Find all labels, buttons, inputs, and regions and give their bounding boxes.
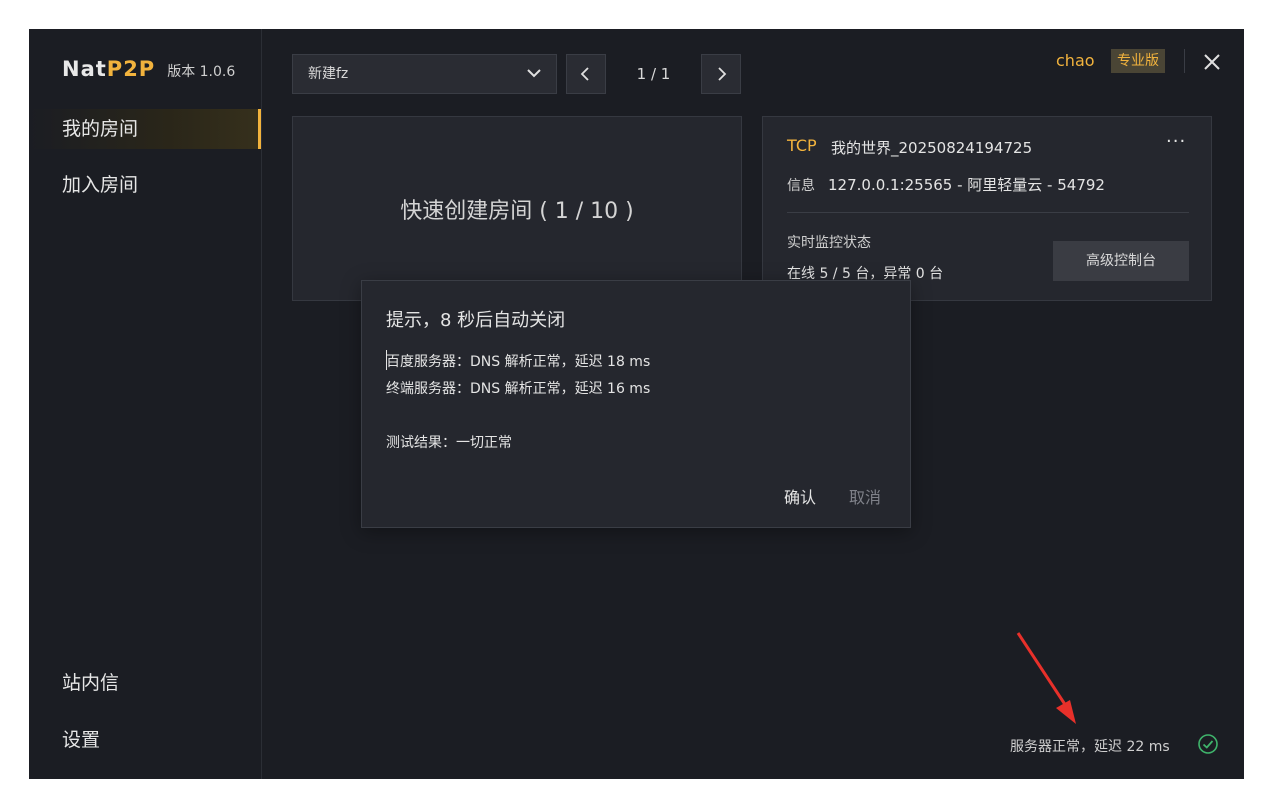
- room-protocol: TCP: [787, 136, 817, 155]
- more-options-icon[interactable]: ···: [1166, 131, 1186, 152]
- advanced-console-button[interactable]: 高级控制台: [1053, 241, 1189, 281]
- dialog-line-baidu: 百度服务器：DNS 解析正常，延迟 18 ms: [386, 354, 651, 370]
- room-card-divider: [787, 212, 1189, 213]
- room-name: 我的世界_20250824194725: [831, 139, 1033, 157]
- sidebar-item-join-room[interactable]: 加入房间: [29, 165, 261, 205]
- logo-p2p-text: P2P: [106, 57, 156, 81]
- group-select[interactable]: 新建fz: [292, 54, 557, 94]
- app-version: 版本 1.0.6: [167, 64, 236, 80]
- sidebar-item-settings[interactable]: 设置: [29, 720, 261, 760]
- sidebar-item-label: 加入房间: [62, 174, 139, 196]
- group-select-value: 新建fz: [308, 66, 349, 82]
- app-logo: Nat P2P 版本 1.0.6: [62, 57, 235, 85]
- chevron-down-icon: [527, 69, 541, 78]
- close-button[interactable]: [1198, 48, 1226, 76]
- sidebar-item-label: 站内信: [62, 672, 120, 694]
- prev-page-button[interactable]: [566, 54, 606, 94]
- dialog-line-terminal: 终端服务器：DNS 解析正常，延迟 16 ms: [386, 381, 651, 397]
- monitor-label: 实时监控状态: [787, 235, 871, 251]
- sidebar-item-label: 我的房间: [62, 118, 139, 140]
- header-divider: [1184, 49, 1185, 73]
- confirm-button[interactable]: 确认: [784, 484, 816, 508]
- next-page-button[interactable]: [701, 54, 741, 94]
- sidebar-item-label: 设置: [62, 729, 101, 751]
- check-circle-icon: [1198, 734, 1218, 754]
- room-info-label: 信息: [787, 178, 815, 194]
- room-card: TCP 我的世界_20250824194725 ··· 信息 127.0.0.1…: [762, 116, 1212, 301]
- chevron-left-icon: [580, 67, 589, 81]
- username[interactable]: chao: [1056, 51, 1095, 70]
- sidebar: Nat P2P 版本 1.0.6 我的房间 加入房间 站内信 设置: [29, 29, 262, 779]
- notice-dialog: 提示，8 秒后自动关闭 百度服务器：DNS 解析正常，延迟 18 ms 终端服务…: [361, 280, 911, 528]
- quick-create-room-card[interactable]: 快速创建房间 ( 1 / 10 ): [292, 116, 742, 301]
- page-indicator: 1 / 1: [636, 65, 671, 83]
- quick-create-label: 快速创建房间 ( 1 / 10 ): [400, 199, 634, 224]
- close-icon: [1204, 54, 1220, 70]
- dialog-line-result: 测试结果：一切正常: [386, 435, 512, 451]
- cancel-button[interactable]: 取消: [849, 484, 881, 508]
- dialog-title: 提示，8 秒后自动关闭: [386, 310, 566, 331]
- chevron-right-icon: [718, 67, 727, 81]
- sidebar-item-my-rooms[interactable]: 我的房间: [29, 109, 261, 149]
- server-status-text: 服务器正常，延迟 22 ms: [1010, 739, 1170, 755]
- sidebar-item-messages[interactable]: 站内信: [29, 663, 261, 703]
- room-info-value: 127.0.0.1:25565 - 阿里轻量云 - 54792: [828, 176, 1105, 194]
- app-window: Nat P2P 版本 1.0.6 我的房间 加入房间 站内信 设置 新建fz 1…: [29, 29, 1244, 779]
- logo-nat-text: Nat: [62, 57, 107, 81]
- plan-badge: 专业版: [1111, 49, 1165, 73]
